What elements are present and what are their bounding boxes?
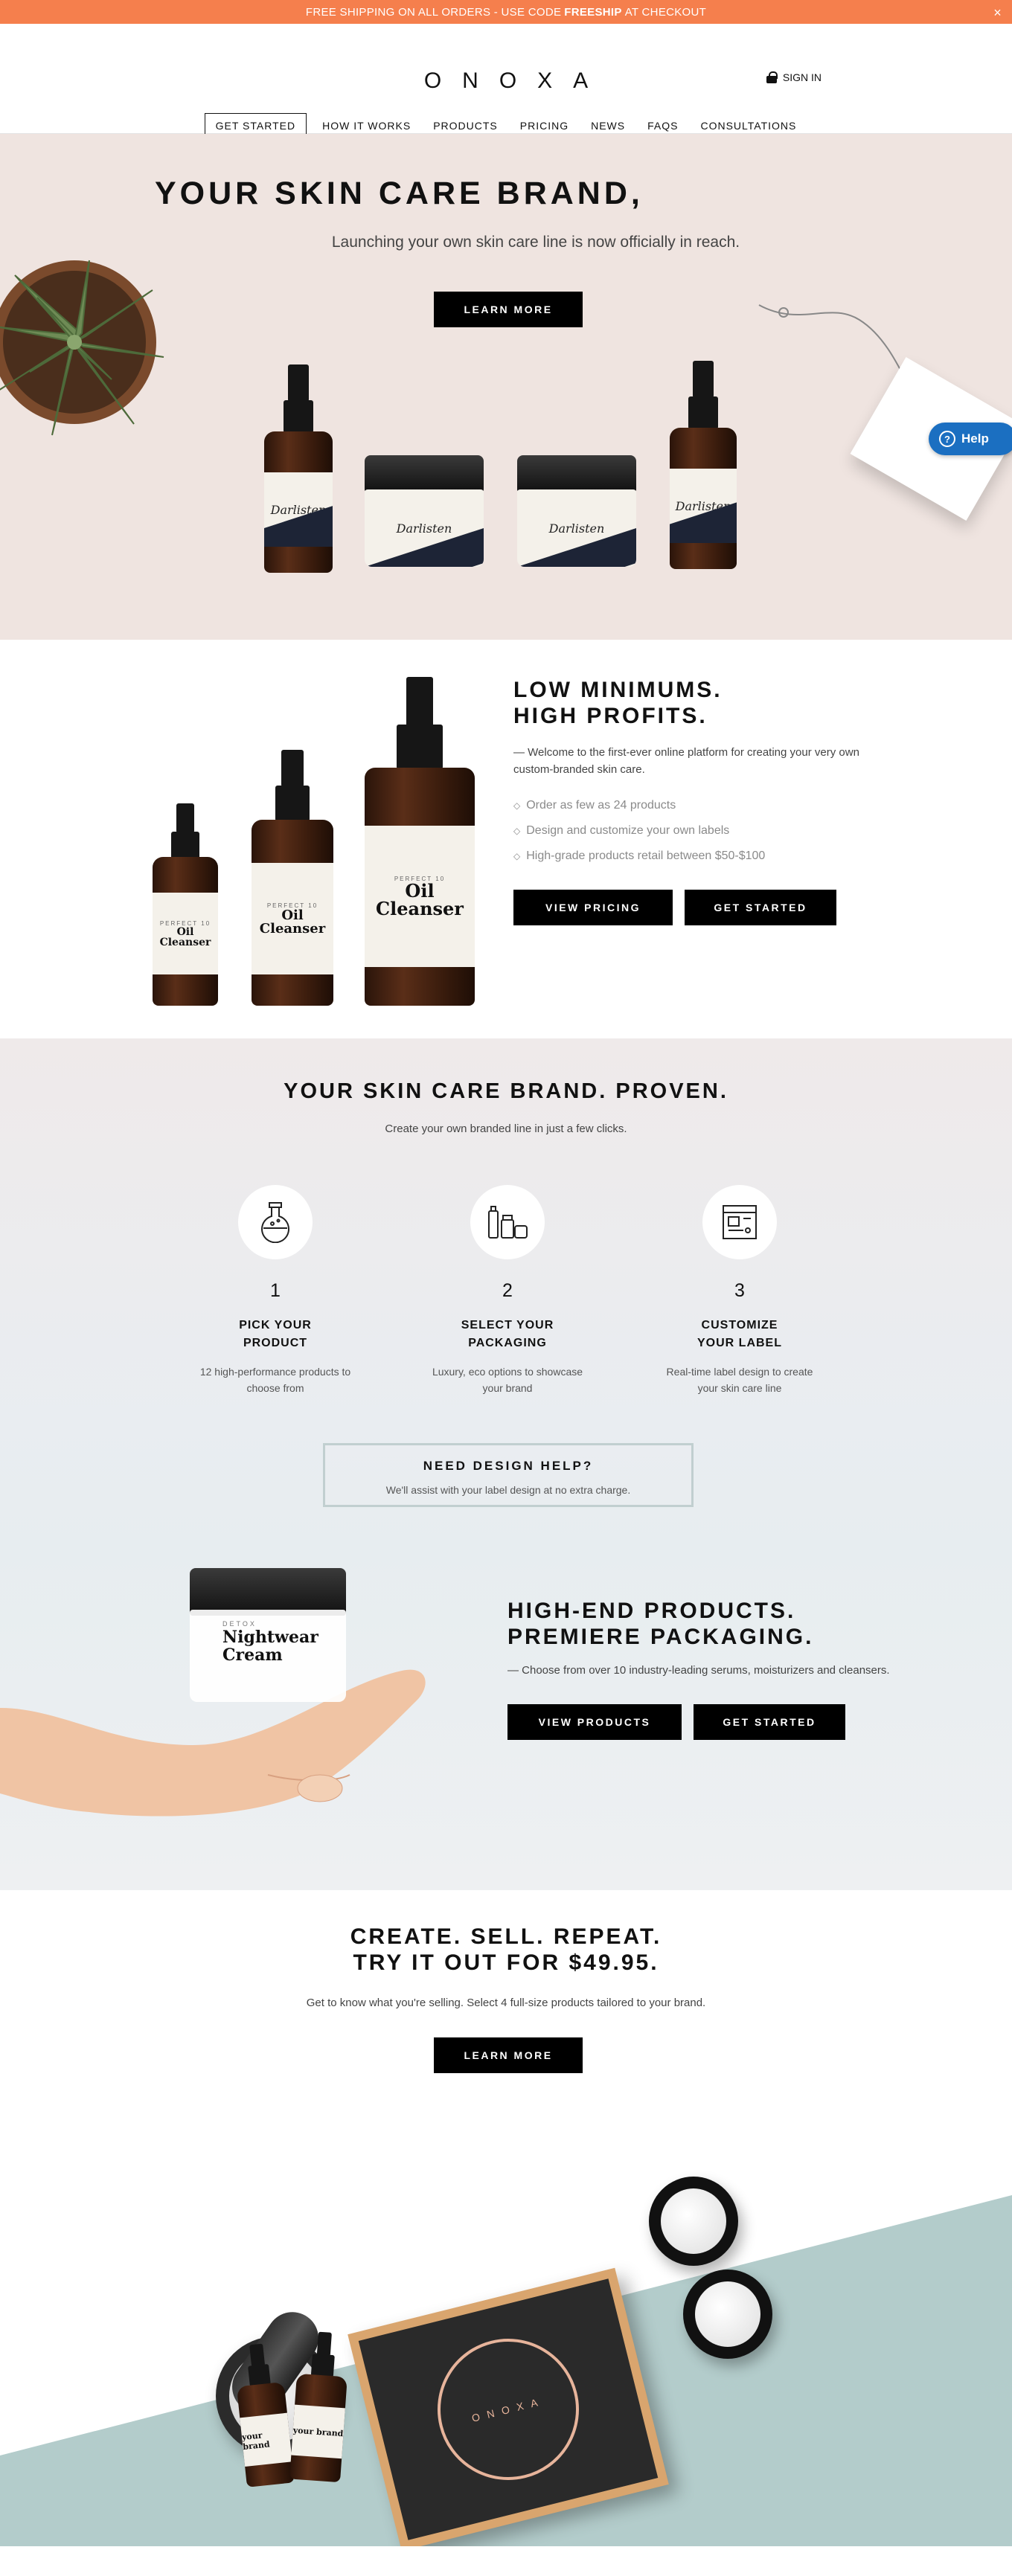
step-desc-line1: Real-time label design to create <box>666 1366 813 1378</box>
promo-code: FREESHIP <box>564 5 622 19</box>
packaging-icon <box>470 1185 545 1259</box>
design-help-title: NEED DESIGN HELP? <box>423 1459 594 1473</box>
premiere-title-line2: PREMIERE PACKAGING. <box>507 1625 814 1649</box>
trial-title-line1: CREATE. SELL. REPEAT. <box>350 1924 662 1949</box>
cream-jar-left: Darlisten <box>365 455 484 567</box>
bottle-product-large-1: Oil <box>405 879 435 902</box>
cream-dish-image <box>649 2177 738 2266</box>
bottle-product-large-2: Cleanser <box>376 897 464 919</box>
hero-section: YOUR SKIN CARE BRAND, Launching your own… <box>0 134 1012 640</box>
trial-bottle-text-2: your brand <box>292 2425 344 2438</box>
sign-in-label: SIGN IN <box>782 71 822 83</box>
hero-learn-more-button[interactable]: LEARN MORE <box>434 292 583 327</box>
succulent-plant-image <box>0 260 164 436</box>
trial-title: CREATE. SELL. REPEAT. TRY IT OUT FOR $49… <box>0 1924 1012 1976</box>
nightwear-cream-jar: DETOX Nightwear Cream <box>190 1568 346 1702</box>
lock-icon <box>766 71 778 83</box>
step-title: SELECT YOUR PACKAGING <box>411 1317 604 1352</box>
view-pricing-button[interactable]: VIEW PRICING <box>513 890 673 925</box>
bullet-item: Design and customize your own labels <box>513 818 765 844</box>
help-widget-button[interactable]: ? Help <box>929 423 1012 455</box>
oil-cleanser-bottle-large: PERFECT 10 Oil Cleanser <box>365 677 475 1006</box>
site-logo[interactable]: ONOXA <box>0 68 1012 94</box>
serum-bottle-right: Darlisten <box>670 361 737 569</box>
hero-title: YOUR SKIN CARE BRAND, <box>155 176 644 211</box>
step-desc: Luxury, eco options to showcase your bra… <box>411 1364 604 1396</box>
bottle-product-medium-2: Cleanser <box>259 920 326 937</box>
step-title-line2: YOUR LABEL <box>697 1337 782 1349</box>
step-desc-line2: choose from <box>246 1382 304 1394</box>
bottle-product-medium-1: Oil <box>281 907 304 923</box>
help-label: Help <box>961 431 989 446</box>
step-desc: 12 high-performance products to choose f… <box>179 1364 372 1396</box>
design-help-box[interactable]: NEED DESIGN HELP? We'll assist with your… <box>323 1443 694 1507</box>
minimums-lead: — Welcome to the first-ever online platf… <box>513 746 859 776</box>
step-title-line2: PACKAGING <box>468 1337 547 1349</box>
jar-brand-text: Darlisten <box>396 521 452 536</box>
cream-jar-right: Darlisten <box>517 455 636 567</box>
step-number: 1 <box>270 1280 281 1301</box>
promo-suffix: AT CHECKOUT <box>624 5 707 19</box>
step-3: 3 CUSTOMIZE YOUR LABEL Real-time label d… <box>643 1185 836 1396</box>
minimums-title-line2: HIGH PROFITS. <box>513 704 708 728</box>
bullet-item: Order as few as 24 products <box>513 793 765 818</box>
oil-cleanser-bottle-small: PERFECT 10 Oil Cleanser <box>153 803 218 1006</box>
proven-subtitle: Create your own branded line in just a f… <box>385 1122 627 1135</box>
step-number: 3 <box>734 1280 745 1301</box>
bottle-product-small-1: Oil <box>176 925 194 938</box>
premiere-title-line1: HIGH-END PRODUCTS. <box>507 1599 796 1623</box>
view-products-button[interactable]: VIEW PRODUCTS <box>507 1704 682 1740</box>
sign-in-link[interactable]: SIGN IN <box>766 71 822 83</box>
jar-name-line1: Nightwear <box>222 1628 318 1647</box>
step-title-line1: CUSTOMIZE <box>701 1319 778 1332</box>
hero-subtitle: Launching your own skin care line is now… <box>331 234 740 251</box>
step-desc-line2: your skin care line <box>697 1382 782 1394</box>
bottle-product-small-2: Cleanser <box>159 936 211 948</box>
box-logo: ONOXA <box>422 2323 595 2496</box>
jar-brand-text-2: Darlisten <box>548 521 605 536</box>
step-desc: Real-time label design to create your sk… <box>643 1364 836 1396</box>
step-title-line1: SELECT YOUR <box>461 1319 554 1332</box>
minimums-title: LOW MINIMUMS. HIGH PROFITS. <box>513 677 723 729</box>
trial-section: CREATE. SELL. REPEAT. TRY IT OUT FOR $49… <box>0 1890 1012 2546</box>
flask-icon <box>238 1185 313 1259</box>
step-desc-line1: Luxury, eco options to showcase <box>432 1366 583 1378</box>
trial-title-line2: TRY IT OUT FOR $49.95. <box>353 1950 659 1975</box>
trial-bottle-2: your brand <box>289 2331 350 2483</box>
promo-banner: FREE SHIPPING ON ALL ORDERS - USE CODE F… <box>0 0 1012 24</box>
serum-bottle-left: Darlisten <box>264 364 333 573</box>
step-2: 2 SELECT YOUR PACKAGING Luxury, eco opti… <box>411 1185 604 1396</box>
step-1: 1 PICK YOUR PRODUCT 12 high-performance … <box>179 1185 372 1396</box>
close-icon[interactable]: × <box>993 5 1002 21</box>
trial-bottle-text: your brand <box>241 2430 271 2453</box>
jar-small-label: DETOX <box>222 1620 257 1628</box>
oil-cleanser-bottle-medium: PERFECT 10 Oil Cleanser <box>252 750 333 1006</box>
step-title: PICK YOUR PRODUCT <box>179 1317 372 1352</box>
premiere-title: HIGH-END PRODUCTS. PREMIERE PACKAGING. <box>507 1598 813 1650</box>
jar-name-line2: Cream <box>222 1645 283 1665</box>
step-title-line1: PICK YOUR <box>239 1319 312 1332</box>
promo-prefix: FREE SHIPPING ON ALL ORDERS - USE CODE <box>305 5 562 19</box>
get-started-button[interactable]: GET STARTED <box>685 890 836 925</box>
premiere-lead: — Choose from over 10 industry-leading s… <box>507 1664 890 1677</box>
step-title-line2: PRODUCT <box>243 1337 308 1349</box>
low-minimums-section: PERFECT 10 Oil Cleanser PERFECT 10 Oil C… <box>0 640 1012 1038</box>
step-desc-line1: 12 high-performance products to <box>199 1366 351 1378</box>
minimums-title-line1: LOW MINIMUMS. <box>513 678 723 702</box>
proven-title: YOUR SKIN CARE BRAND. PROVEN. <box>284 1079 728 1103</box>
proven-section: YOUR SKIN CARE BRAND. PROVEN. Create you… <box>0 1038 1012 1890</box>
site-header: ONOXA SIGN IN GET STARTED HOW IT WORKS P… <box>0 24 1012 138</box>
step-desc-line2: your brand <box>482 1382 533 1394</box>
design-help-subtitle: We'll assist with your label design at n… <box>385 1484 631 1496</box>
step-title: CUSTOMIZE YOUR LABEL <box>643 1317 836 1352</box>
minimums-bullets: Order as few as 24 products Design and c… <box>513 793 765 869</box>
bullet-item: High-grade products retail between $50-$… <box>513 844 765 869</box>
step-number: 2 <box>502 1280 513 1301</box>
cream-dish-image-2 <box>683 2270 772 2359</box>
trial-subtitle: Get to know what you're selling. Select … <box>306 1997 706 2009</box>
help-icon: ? <box>939 431 955 447</box>
label-editor-icon <box>702 1185 777 1259</box>
trial-learn-more-button[interactable]: LEARN MORE <box>434 2037 583 2073</box>
get-started-button-2[interactable]: GET STARTED <box>694 1704 845 1740</box>
